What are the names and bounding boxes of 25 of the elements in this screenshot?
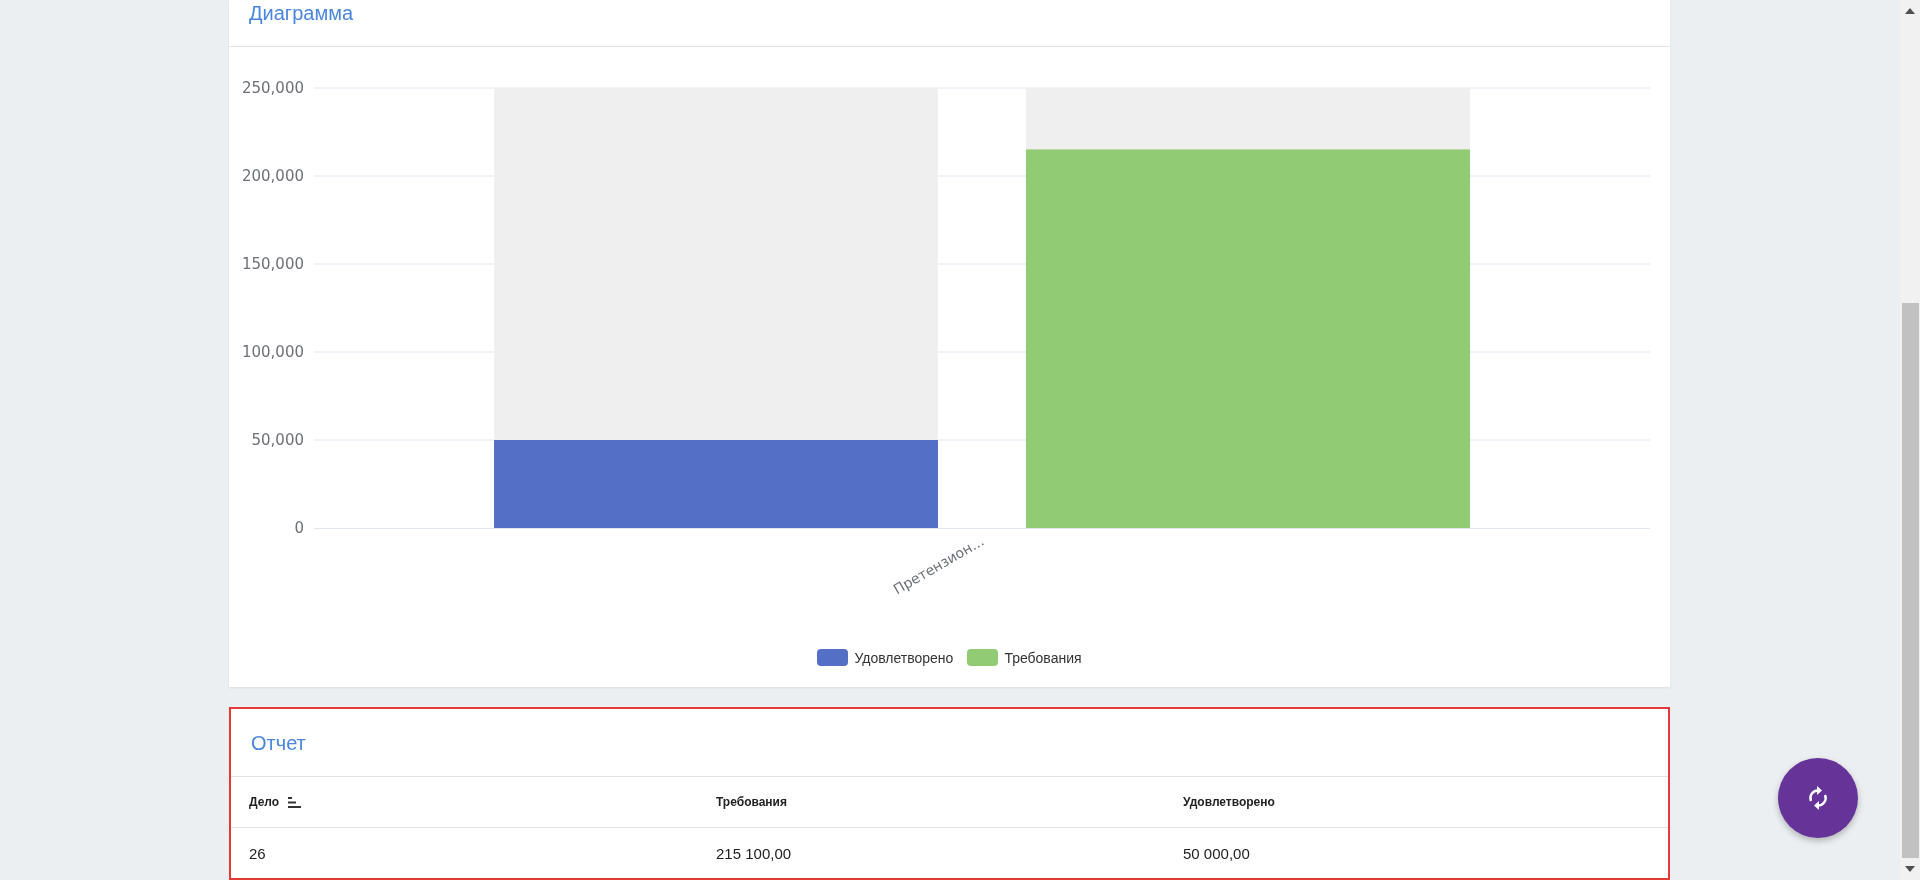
axis-tick-label: 150,000 [241, 255, 304, 273]
legend-label[interactable]: Удовлетворено [854, 649, 954, 666]
sort-icon[interactable] [288, 796, 302, 808]
scrollbar[interactable] [1900, 0, 1920, 880]
axis-tick-label: 200,000 [241, 167, 304, 185]
scrollbar-thumb[interactable] [1901, 303, 1919, 858]
column-header[interactable]: Дело [249, 795, 280, 809]
scroll-down-icon[interactable] [1905, 866, 1915, 872]
refresh-icon [1807, 786, 1829, 810]
axis-tick-label: 100,000 [241, 343, 304, 361]
axis-tick-label: 50,000 [251, 431, 304, 449]
column-header[interactable]: Требования [716, 795, 787, 809]
axis-tick-label: 250,000 [241, 79, 304, 97]
legend-label[interactable]: Требования [1004, 649, 1082, 666]
refresh-button[interactable] [1778, 758, 1858, 838]
table-cell: 26 [249, 844, 266, 862]
scroll-up-icon[interactable] [1905, 8, 1915, 14]
legend-swatch[interactable] [967, 649, 999, 666]
legend-swatch[interactable] [817, 649, 849, 666]
axis-tick-label: 0 [294, 519, 304, 537]
column-header[interactable]: Удовлетворено [1183, 795, 1275, 809]
table-cell: 50 000,00 [1183, 844, 1250, 862]
table-cell: 215 100,00 [716, 844, 792, 862]
card-title: Отчет [251, 732, 306, 755]
card-title: Диаграмма [249, 1, 353, 26]
